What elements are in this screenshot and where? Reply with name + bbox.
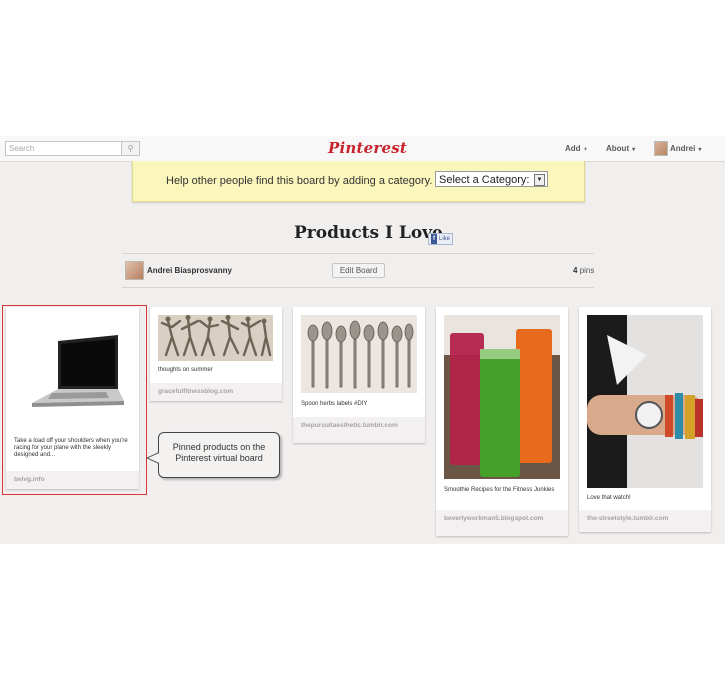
pin-source[interactable]: thepursuitaesthetic.tumblr.com — [293, 417, 425, 443]
category-select-value: Select a Category: — [439, 174, 530, 186]
pin-image-smoothies[interactable] — [444, 315, 560, 479]
divider — [122, 253, 594, 254]
like-label: Like — [439, 236, 451, 242]
nav-user-label: Andrei — [670, 144, 696, 153]
pin-description: Smoothie Recipes for the Fitness Junkies — [444, 487, 555, 493]
owner-avatar[interactable] — [125, 261, 144, 280]
callout-line-2: Pinterest virtual board — [175, 453, 263, 463]
chevron-down-icon: ▾ — [698, 147, 702, 153]
callout-pointer-fill — [148, 453, 159, 463]
pinterest-logo[interactable]: Pinterest — [328, 139, 407, 157]
owner-name[interactable]: Andrei Biasprosvanny — [147, 266, 232, 275]
nav-about-label: About — [606, 144, 630, 153]
pin-card[interactable]: Love that watch! the-streetstyle.tumblr.… — [579, 307, 711, 532]
pin-source[interactable]: gracefulfitnessblog.com — [150, 383, 282, 401]
pin-image-watch[interactable] — [587, 315, 703, 488]
pin-description: thoughts on summer — [158, 367, 213, 373]
callout-line-1: Pinned products on the — [172, 442, 266, 452]
pin-card[interactable]: Spoon herbs labels #DIY thepursuitaesthe… — [293, 307, 425, 443]
user-avatar[interactable] — [654, 141, 668, 156]
pin-source[interactable]: the-streetstyle.tumblr.com — [579, 510, 711, 532]
nav-about[interactable]: About ▾ — [606, 144, 635, 153]
nav-user-menu[interactable]: Andrei ▾ — [670, 144, 701, 153]
banner-text: Help other people find this board by add… — [166, 175, 433, 187]
pins-count-word: pins — [579, 266, 595, 275]
facebook-like-button[interactable]: f Like — [428, 233, 454, 245]
divider — [122, 287, 594, 288]
pin-card[interactable]: Smoothie Recipes for the Fitness Junkies… — [436, 307, 568, 536]
chevron-down-icon: ▾ — [632, 147, 636, 153]
callout-text: Pinned products on the Pinterest virtual… — [159, 442, 279, 464]
pin-card[interactable]: thoughts on summer gracefulfitnessblog.c… — [150, 307, 282, 401]
pin-description: Spoon herbs labels #DIY — [301, 401, 368, 407]
facebook-icon: f — [431, 234, 437, 244]
annotation-callout: Pinned products on the Pinterest virtual… — [158, 432, 280, 478]
nav-add[interactable]: Add + — [565, 144, 587, 153]
pin-description: Love that watch! — [587, 495, 631, 501]
category-banner: Help other people find this board by add… — [132, 161, 585, 202]
pin-image-spoons[interactable] — [301, 315, 417, 393]
board-title: Products I Love — [294, 223, 443, 243]
pin-source[interactable]: beverlyworkman5.blogspot.com — [436, 510, 568, 536]
search-icon[interactable]: ⚲ — [121, 141, 140, 156]
top-navigation-bar: Search ⚲ Pinterest Add + About ▾ Andrei ▾ — [0, 136, 725, 162]
category-select[interactable]: Select a Category: ▼ — [435, 171, 548, 187]
dropdown-arrow-icon[interactable]: ▼ — [534, 174, 545, 186]
nav-add-label: Add — [565, 144, 581, 153]
pins-count: 4 pins — [573, 266, 594, 275]
highlight-box — [2, 305, 147, 495]
edit-board-button[interactable]: Edit Board — [332, 263, 385, 278]
search-input[interactable]: Search — [5, 141, 126, 156]
plus-icon: + — [583, 147, 588, 153]
pins-count-number: 4 — [573, 266, 578, 275]
pin-image-dancers[interactable] — [158, 315, 273, 361]
